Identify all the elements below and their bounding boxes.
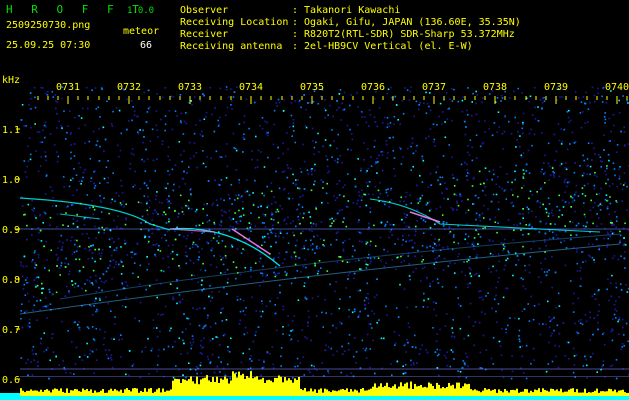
app-logo: H R O F F T bbox=[6, 3, 145, 16]
detection-type-label: meteor bbox=[123, 26, 160, 37]
time-tick-label: 0734 bbox=[239, 82, 263, 93]
receiver-value: : R820T2(RTL-SDR) SDR-Sharp 53.372MHz bbox=[292, 29, 515, 40]
time-tick-label: 0738 bbox=[483, 82, 507, 93]
receiver-label: Receiver bbox=[180, 29, 229, 40]
antenna-value: : 2el-HB9CV Vertical (el. E-W) bbox=[292, 41, 473, 52]
meteor-count: 66 bbox=[140, 40, 153, 51]
spectrogram: 0731 0732 0733 0734 0735 0736 0737 0738 0739 0740… bbox=[0, 74, 629, 400]
time-tick-label: 0735 bbox=[300, 82, 324, 93]
location-value: : Ogaki, Gifu, JAPAN (136.60E, 35.35N) bbox=[292, 17, 521, 28]
time-tick-label: 0731 bbox=[56, 82, 80, 93]
file-name: 2509250730.png bbox=[6, 20, 91, 31]
time-tick-label: 0737 bbox=[422, 82, 446, 93]
observer-value: : Takanori Kawachi bbox=[292, 5, 401, 16]
app-version: 1.0.0 bbox=[127, 6, 155, 16]
time-tick-label: 0736 bbox=[361, 82, 385, 93]
freq-tick-label: 0.8 bbox=[2, 275, 20, 286]
freq-tick-label: 0.7 bbox=[2, 325, 20, 336]
antenna-label: Receiving antenna bbox=[180, 41, 283, 52]
time-tick-label: 0733 bbox=[178, 82, 202, 93]
header-panel: H R O F F T 1.0.0 2509250730.png 25.09.2… bbox=[0, 0, 629, 74]
freq-tick-label: 0.9 bbox=[2, 225, 20, 236]
freq-tick-label: 1.0 bbox=[2, 175, 20, 186]
timestamp: 25.09.25 07:30 bbox=[6, 40, 91, 51]
unit-label: kHz bbox=[2, 75, 20, 86]
observer-label: Observer bbox=[180, 5, 229, 16]
time-tick-label: 0740 bbox=[605, 82, 629, 93]
time-tick-label: 0732 bbox=[117, 82, 141, 93]
freq-tick-label: 1.1 bbox=[2, 125, 20, 136]
location-label: Receiving Location bbox=[180, 17, 289, 28]
freq-tick-label: 0.6 bbox=[2, 375, 20, 386]
time-tick-label: 0739 bbox=[544, 82, 568, 93]
